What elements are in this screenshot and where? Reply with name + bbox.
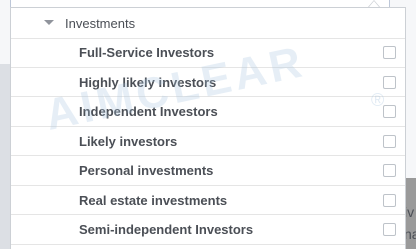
- dropdown-pointer: [368, 0, 380, 7]
- list-item[interactable]: Semi-independent Investors: [11, 215, 405, 245]
- item-label: Highly likely investors: [79, 74, 217, 90]
- list-item[interactable]: Personal investments: [11, 156, 405, 186]
- list-item[interactable]: Likely investors: [11, 127, 405, 156]
- item-checkbox[interactable]: [383, 193, 396, 207]
- item-label: Independent Investors: [79, 104, 218, 119]
- dropdown-panel: Investments Full-Service Investors Highl…: [10, 7, 406, 249]
- item-checkbox[interactable]: [383, 75, 396, 89]
- item-label: Semi-independent Investors: [79, 222, 254, 237]
- item-checkbox[interactable]: [383, 223, 396, 236]
- item-checkbox[interactable]: [383, 105, 396, 118]
- list-item[interactable]: Full-Service Investors: [11, 38, 405, 68]
- item-label: Full-Service Investors: [79, 45, 215, 60]
- item-label: Real estate investments: [79, 192, 228, 208]
- item-checkbox[interactable]: [383, 164, 396, 177]
- list-item[interactable]: Real estate investments: [11, 186, 405, 215]
- left-edge-background: [0, 64, 10, 249]
- group-label: Investments: [65, 16, 136, 31]
- item-label: Likely investors: [79, 133, 178, 149]
- triangle-down-icon[interactable]: [44, 20, 54, 25]
- list-item[interactable]: Highly likely investors: [11, 68, 405, 97]
- watermark-registered-mark: ®: [371, 90, 385, 110]
- investments-group-header[interactable]: Investments: [11, 8, 405, 39]
- list-item[interactable]: Independent Investors: [11, 97, 405, 127]
- item-label: Personal investments: [79, 163, 214, 178]
- item-checkbox[interactable]: [383, 46, 396, 59]
- item-checkbox[interactable]: [383, 134, 396, 148]
